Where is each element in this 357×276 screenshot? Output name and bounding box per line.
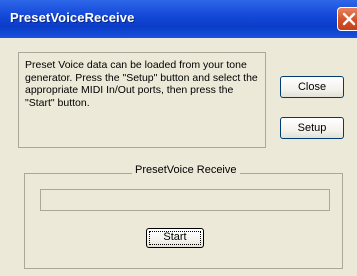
receive-group-label: PresetVoice Receive bbox=[132, 164, 240, 176]
close-icon bbox=[342, 12, 356, 26]
window-title: PresetVoiceReceive bbox=[10, 10, 135, 25]
start-button[interactable]: Start bbox=[146, 228, 204, 248]
setup-button[interactable]: Setup bbox=[280, 117, 344, 139]
instructions-text: Preset Voice data can be loaded from you… bbox=[25, 59, 258, 109]
preset-voice-receive-dialog: PresetVoiceReceive Preset Voice data can… bbox=[0, 0, 357, 276]
receive-progress-bar bbox=[40, 189, 330, 211]
close-button[interactable]: Close bbox=[280, 76, 344, 98]
receive-group bbox=[24, 173, 343, 269]
info-panel: Preset Voice data can be loaded from you… bbox=[18, 52, 266, 148]
title-bar[interactable]: PresetVoiceReceive bbox=[0, 0, 357, 38]
window-close-button[interactable] bbox=[337, 7, 357, 31]
